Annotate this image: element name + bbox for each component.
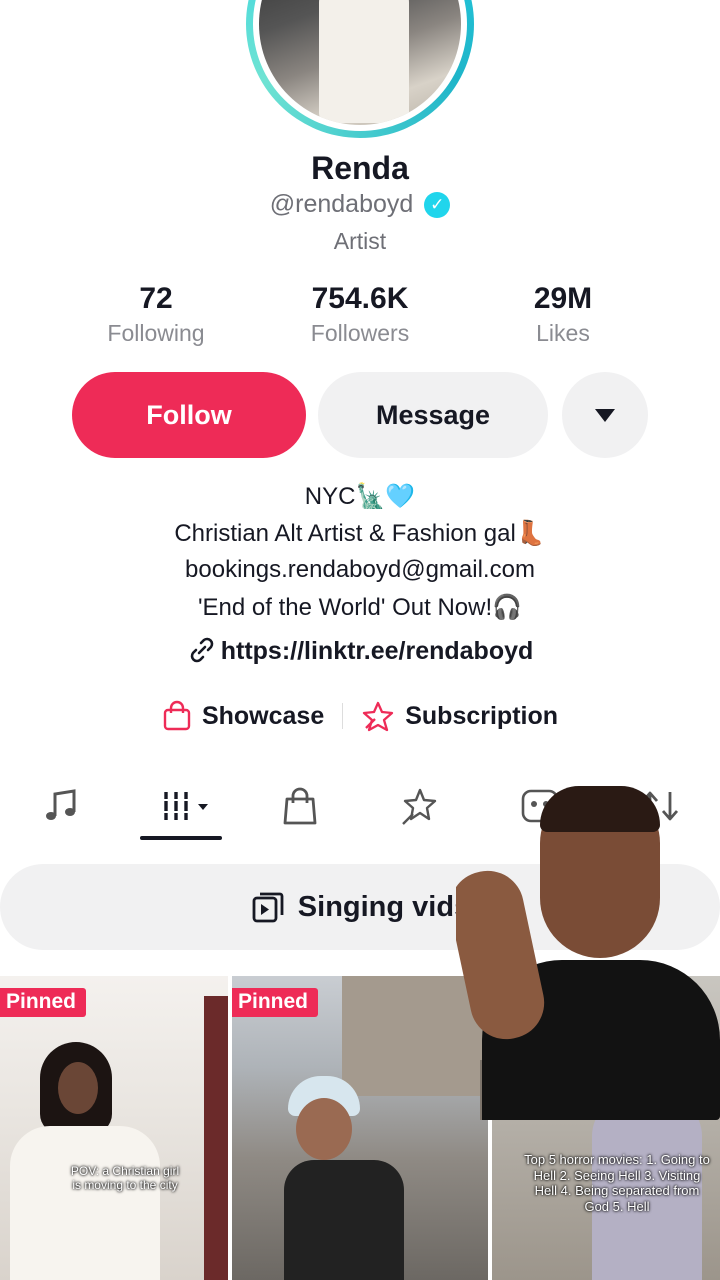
stat-label: Followers (310, 320, 410, 346)
showcase-link[interactable]: Showcase (162, 700, 324, 732)
bio-link-text: https://linktr.ee/rendaboyd (220, 637, 534, 665)
subscription-link[interactable]: Subscription (361, 700, 558, 732)
tab-shop[interactable] (276, 778, 324, 834)
avatar-border (253, 0, 467, 131)
tab-sounds[interactable] (38, 778, 84, 834)
shopping-bag-icon (163, 700, 191, 731)
stat-value: 754.6K (311, 282, 409, 315)
bio-line: Christian Alt Artist & Fashion gal👢 (174, 520, 546, 547)
profile-name: Renda (311, 150, 409, 186)
message-button[interactable]: Message (318, 372, 548, 458)
pinned-badge: Pinned (232, 988, 319, 1017)
bio-line: NYC🗽🩵 (304, 483, 416, 510)
profile-handle-row: @rendaboyd ✓ (0, 190, 720, 219)
video-caption: POV: a Christian girl is moving to the c… (70, 1164, 180, 1193)
playlist-icon (252, 892, 284, 923)
active-tab-indicator (140, 836, 222, 840)
subscription-label: Subscription (405, 701, 559, 730)
tab-videos[interactable] (150, 778, 220, 834)
video-thumbnail[interactable]: Pinned POV: a Christian girl is moving t… (0, 976, 228, 1280)
pinned-badge: Pinned (0, 988, 87, 1017)
stat-value: 72 (139, 282, 173, 315)
stat-likes[interactable]: 29M Likes (463, 282, 663, 347)
thumbnail-figure (58, 1062, 98, 1114)
tab-subscriber-content[interactable] (396, 778, 444, 834)
star-badge-icon (363, 701, 394, 732)
grid-icon (162, 792, 208, 820)
video-caption: Top 5 horror movies: 1. Going to Hell 2.… (524, 1152, 710, 1214)
avatar[interactable] (246, 0, 474, 138)
verified-icon: ✓ (424, 192, 451, 218)
stat-value: 29M (533, 282, 593, 315)
video-thumbnail[interactable]: Pinned (232, 976, 488, 1280)
thumbnail-figure (10, 1126, 160, 1280)
profile-shortcuts: Showcase Subscription (0, 700, 720, 732)
stat-label: Following (107, 320, 205, 346)
stat-label: Likes (536, 320, 590, 346)
thumbnail-figure (296, 1098, 352, 1160)
link-icon (190, 637, 213, 663)
bio-link[interactable]: https://linktr.ee/rendaboyd (0, 636, 720, 666)
profile-role: Artist (333, 228, 387, 254)
bio-line: 'End of the World' Out Now!🎧 (197, 594, 523, 621)
thumbnail-scene (204, 996, 228, 1280)
avatar-photo (259, 0, 461, 125)
overlay-arm (456, 864, 551, 1046)
bio-line: bookings.rendaboyd@gmail.com (185, 556, 535, 583)
showcase-label: Showcase (201, 701, 325, 730)
chevron-down-icon (595, 408, 615, 422)
shopping-bag-icon (283, 787, 317, 825)
sparkle-star-icon (402, 788, 437, 825)
playlist-label: Singing vids (297, 890, 471, 923)
stat-following[interactable]: 72 Following (56, 282, 256, 347)
music-note-icon (46, 789, 76, 820)
overlay-hair (540, 786, 660, 832)
follow-button[interactable]: Follow (72, 372, 306, 458)
stat-followers[interactable]: 754.6K Followers (260, 282, 460, 347)
profile-handle: @rendaboyd (269, 190, 414, 218)
divider (342, 703, 344, 729)
more-options-button[interactable] (562, 372, 648, 458)
avatar-figure-body (319, 0, 409, 123)
creator-overlay-video (456, 780, 720, 1120)
thumbnail-figure (284, 1160, 404, 1280)
